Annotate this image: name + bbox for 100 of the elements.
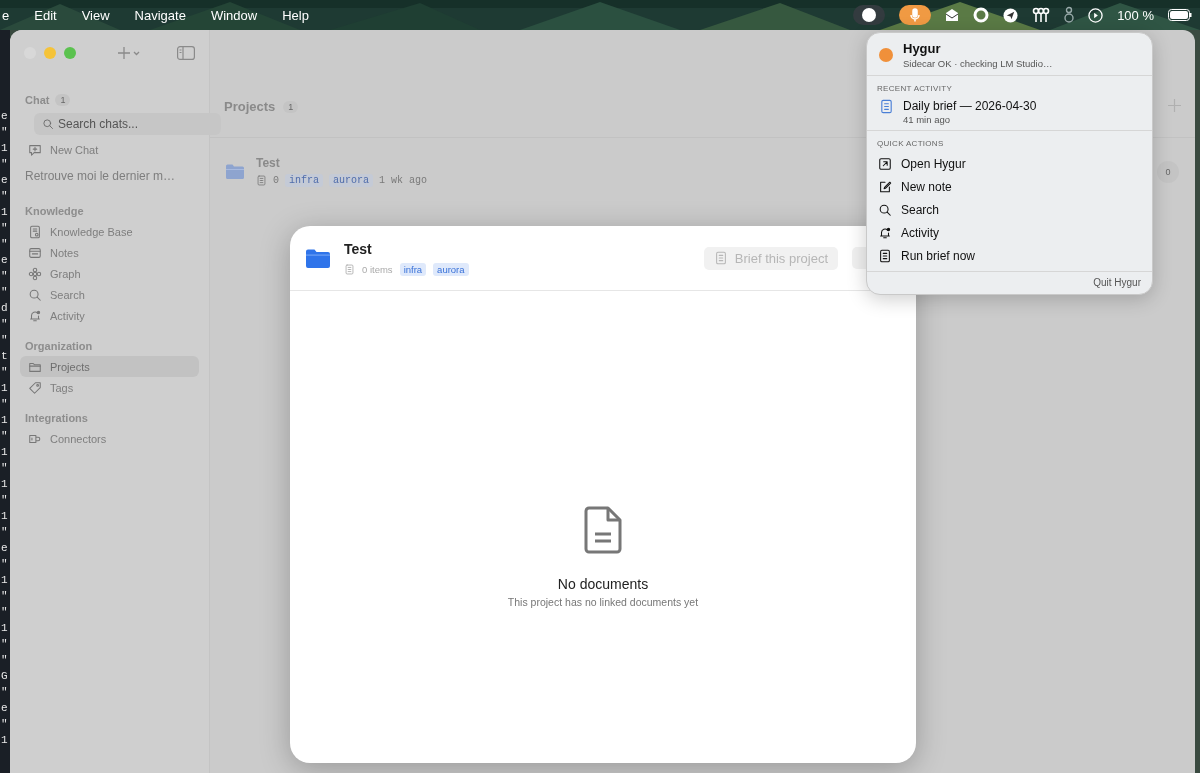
terminal-text: e [1, 109, 9, 124]
terminal-text: " [1, 317, 9, 332]
terminal-text: 1 [1, 205, 9, 220]
terminal-text: " [1, 461, 9, 476]
menu-item[interactable]: Help [282, 7, 309, 23]
terminal-text: " [1, 653, 9, 668]
terminal-text: " [1, 269, 9, 284]
item-count: 0 [273, 175, 279, 186]
terminal-text: 1 [1, 445, 9, 460]
count-badge: 0 [1157, 160, 1179, 183]
menu-item[interactable]: e [2, 7, 10, 23]
terminal-text: " [1, 237, 9, 252]
quit-item[interactable]: Quit Hygur [1082, 272, 1152, 294]
dialog-title: Test [344, 240, 373, 257]
folder-icon [226, 164, 244, 179]
tag: aurora [329, 174, 374, 187]
terminal-text: " [1, 157, 9, 172]
activity-item[interactable]: Daily brief — 2026-04-30 41 min ago [867, 97, 1152, 130]
count-badge: 1 [55, 94, 71, 106]
terminal-text: 1 [1, 573, 9, 588]
terminal-text: " [1, 429, 9, 444]
terminal-text: " [1, 365, 9, 380]
terminal-text: 1 [1, 141, 9, 156]
terminal-text: e [1, 701, 9, 716]
menu-item[interactable]: New note [867, 175, 1152, 198]
terminal-text: e [1, 173, 9, 188]
activity-time: 41 min ago [903, 114, 951, 125]
terminal-text: 1 [1, 477, 9, 492]
document-list-icon [256, 175, 267, 186]
section-title: Knowledge [25, 205, 84, 217]
play-icon[interactable] [1088, 7, 1104, 23]
terminal-text: e [1, 253, 9, 268]
search-icon [28, 287, 42, 302]
figure-icon[interactable] [1064, 6, 1075, 24]
terminal-text: " [1, 397, 9, 412]
app-name: Hygur [903, 41, 942, 56]
terminal-text: " [1, 605, 9, 620]
terminal-text: " [1, 125, 9, 140]
terminal-text: G [1, 669, 9, 684]
terminal-text: 1 [1, 381, 9, 396]
terminal-text: 1 [1, 733, 9, 748]
microphone-icon[interactable] [899, 5, 932, 25]
envelope-icon[interactable] [945, 8, 960, 22]
section-title: Organization [25, 340, 93, 352]
menu-item[interactable]: Window [210, 7, 258, 23]
tag: infra [399, 262, 427, 276]
compose-icon [878, 179, 892, 194]
menu-item[interactable]: Run brief now [867, 244, 1152, 267]
bell-icon [878, 225, 892, 240]
tag: infra [285, 174, 324, 187]
document-list-icon [713, 251, 728, 265]
tag-icon [28, 380, 42, 395]
terminal-text: " [1, 189, 9, 204]
terminal-text: " [1, 637, 9, 652]
location-icon[interactable] [1003, 7, 1019, 23]
section-title: Chat [25, 94, 50, 106]
graph-icon [28, 266, 42, 281]
menu-item[interactable]: Search [867, 198, 1152, 221]
search-field[interactable]: Search chats... [34, 113, 221, 135]
terminal-text: " [1, 285, 9, 300]
activity-title: Daily brief — 2026-04-30 [903, 99, 1037, 113]
empty-title: No documents [557, 576, 649, 592]
document-list-icon [344, 263, 355, 275]
chat-plus-icon [28, 142, 42, 157]
page-title: Projects [224, 99, 276, 114]
terminal-text: " [1, 589, 9, 604]
folder-icon [306, 248, 330, 268]
menu-item[interactable]: View [81, 7, 110, 23]
empty-message: This project has no linked documents yet [507, 596, 699, 608]
updated-time: 1 wk ago [379, 175, 428, 186]
count-badge: 1 [283, 100, 299, 113]
terminal-text: t [1, 349, 9, 364]
sidebar-toggle-icon[interactable] [177, 46, 195, 60]
menu-item[interactable]: Open Hygur [867, 152, 1152, 175]
bell-icon [28, 308, 42, 323]
menu-item[interactable]: Edit [34, 7, 57, 23]
toggle-icon[interactable] [853, 5, 886, 25]
document-list-icon [878, 248, 892, 263]
document-icon [584, 506, 622, 554]
notes-icon [28, 245, 42, 260]
section-title: Integrations [25, 412, 88, 424]
terminal-text: 1 [1, 621, 9, 636]
book-icon [28, 224, 42, 239]
tag: aurora [433, 262, 469, 276]
terminal-text: d [1, 301, 9, 316]
status-text: Sidecar OK · checking LM Studio… [903, 58, 1053, 69]
ring-icon[interactable] [973, 7, 990, 23]
menu-item[interactable]: Activity [867, 221, 1152, 244]
terminal-text: " [1, 333, 9, 348]
section-title: RECENT ACTIVITY [876, 83, 954, 95]
menu-item[interactable]: Navigate [134, 7, 186, 23]
section-title: QUICK ACTIONS [876, 138, 945, 150]
battery-icon[interactable] [1168, 9, 1192, 21]
status-dot [879, 48, 893, 62]
search-icon [42, 118, 54, 130]
terminal-text: e [1, 541, 9, 556]
terminal-text: " [1, 685, 9, 700]
keys-icon[interactable] [1032, 7, 1051, 23]
terminal-text: " [1, 525, 9, 540]
project-name: Test [256, 156, 281, 170]
